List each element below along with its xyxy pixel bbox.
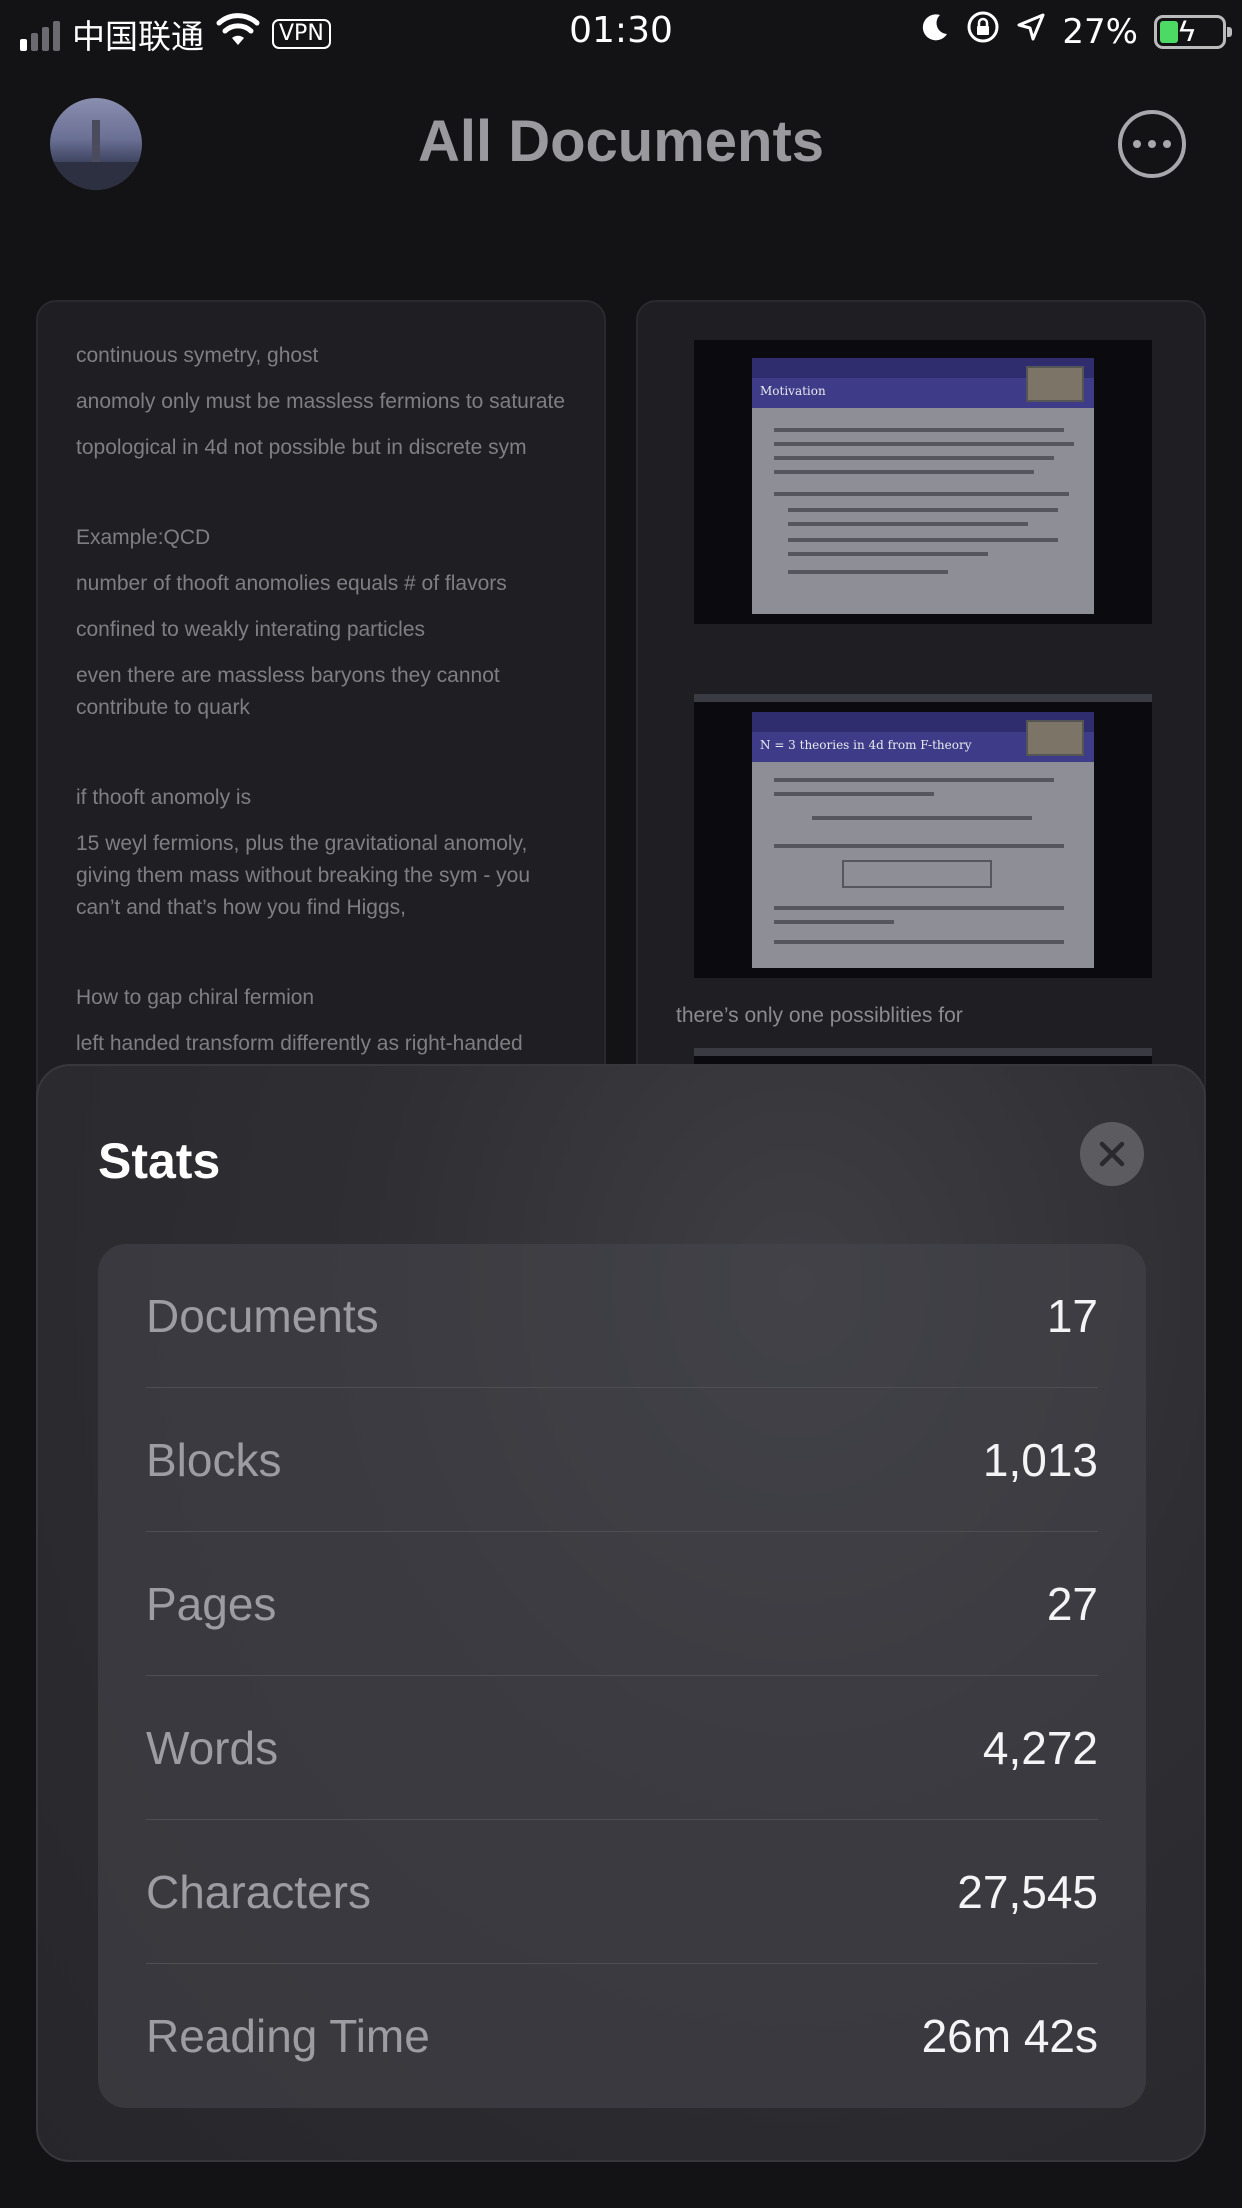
note-line: if thooft anomoly is (76, 786, 252, 809)
stat-label: Pages (146, 1577, 277, 1630)
note-line: Example:QCD (76, 526, 211, 549)
stat-value: 1,013 (982, 1433, 1098, 1486)
stat-value: 4,272 (982, 1721, 1098, 1774)
stat-value: 17 (1046, 1289, 1098, 1342)
note-line: anomoly only must be massless fermions t… (76, 390, 566, 413)
rotation-lock-icon (966, 10, 1000, 53)
note-line: 15 weyl fermions, plus the gravitational… (76, 832, 531, 919)
note-line: continuous symetry, ghost (76, 344, 319, 367)
webcam-thumbnail (1026, 720, 1084, 756)
status-bar-right: 27% ϟ (920, 10, 1232, 53)
slide-title: Motivation (760, 384, 826, 398)
stat-value: 27 (1046, 1577, 1098, 1630)
location-icon (1016, 12, 1046, 51)
stat-label: Reading Time (146, 2010, 430, 2062)
note-line: number of thooft anomolies equals # of f… (76, 572, 507, 595)
status-bar: 中国联通 VPN 01:30 27% ϟ (0, 0, 1242, 64)
stats-list: Documents 17 Blocks 1,013 Pages 27 Words… (98, 1244, 1146, 2108)
moon-icon (920, 12, 950, 51)
battery-charging-icon: ϟ (1154, 14, 1232, 49)
note-line: How to gap chiral fermion (76, 986, 315, 1009)
slide-caption: there’s only one possiblities for (676, 1004, 963, 1027)
note-line: topological in 4d not possible but in di… (76, 436, 527, 459)
stat-label: Words (146, 1721, 279, 1774)
battery-percent: 27% (1062, 11, 1138, 52)
page-title: All Documents (417, 109, 825, 174)
stat-row-reading-time: Reading Time 26m 42s (146, 1964, 1098, 2108)
webcam-thumbnail (1026, 366, 1084, 402)
stat-row-characters: Characters 27,545 (146, 1820, 1098, 1964)
note-spacer (76, 938, 568, 982)
stat-value: 27,545 (957, 1865, 1098, 1918)
stat-label: Documents (146, 1289, 379, 1342)
stats-title: Stats (98, 1133, 221, 1189)
more-icon[interactable] (1118, 110, 1186, 178)
stat-value: 26m 42s (921, 2010, 1098, 2062)
stat-row-pages: Pages 27 (146, 1532, 1098, 1676)
stat-row-words: Words 4,272 (146, 1676, 1098, 1820)
slide-title: N = 3 theories in 4d from F-theory (760, 738, 972, 752)
note-line: confined to weakly interating particles (76, 618, 426, 641)
note-line: left handed transform differently as rig… (76, 1032, 523, 1055)
note-spacer (76, 478, 568, 522)
note-line: even there are massless baryons they can… (76, 664, 500, 719)
close-icon[interactable] (1080, 1122, 1144, 1186)
note-spacer (76, 738, 568, 782)
note-lines: continuous symetry, ghost anomoly only mu… (76, 340, 568, 1060)
stats-sheet: Stats Documents 17 Blocks 1,013 Pages 27… (36, 1064, 1206, 2162)
stat-row-blocks: Blocks 1,013 (146, 1388, 1098, 1532)
stat-label: Blocks (146, 1433, 282, 1486)
stat-row-documents: Documents 17 (146, 1244, 1098, 1388)
slide-thumbnail: N = 3 theories in 4d from F-theory (694, 694, 1152, 978)
slide-thumbnail: Motivation (694, 340, 1152, 624)
stat-label: Characters (146, 1865, 371, 1918)
